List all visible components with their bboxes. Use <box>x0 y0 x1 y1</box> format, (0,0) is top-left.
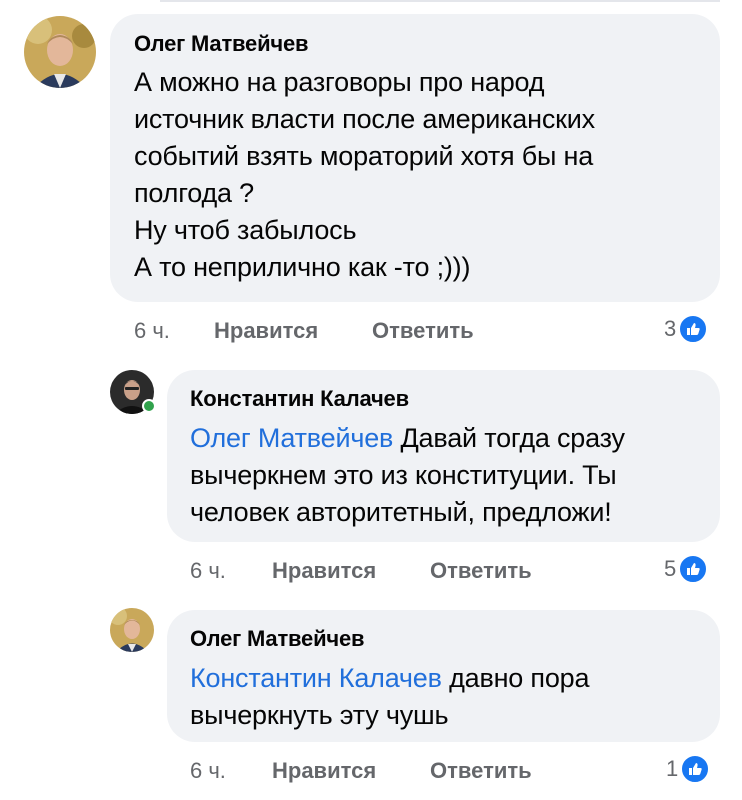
comment-author[interactable]: Константин Калачев <box>190 386 409 412</box>
like-icon <box>680 754 711 784</box>
reply-button[interactable]: Ответить <box>372 318 474 344</box>
comment-text: Олег Матвейчев Давай тогда сразу вычеркн… <box>190 420 715 531</box>
reaction-count[interactable]: 5 <box>664 554 709 584</box>
like-button[interactable]: Нравится <box>214 318 318 344</box>
comment-time[interactable]: 6 ч. <box>134 318 170 344</box>
reply-button[interactable]: Ответить <box>430 758 532 784</box>
like-button[interactable]: Нравится <box>272 558 376 584</box>
comment-author[interactable]: Олег Матвейчев <box>134 31 309 57</box>
comment-author[interactable]: Олег Матвейчев <box>190 626 365 652</box>
reaction-count[interactable]: 1 <box>666 754 711 784</box>
comment-time[interactable]: 6 ч. <box>190 558 226 584</box>
avatar[interactable] <box>24 16 96 88</box>
reaction-count-number: 5 <box>664 556 677 581</box>
mention-link[interactable]: Олег Матвейчев <box>190 423 393 453</box>
online-status-indicator <box>142 399 156 413</box>
like-icon <box>678 314 709 344</box>
reaction-count[interactable]: 3 <box>664 314 709 344</box>
reaction-count-number: 3 <box>664 316 677 341</box>
mention-link[interactable]: Константин Калачев <box>190 663 442 693</box>
reaction-count-number: 1 <box>666 756 679 781</box>
like-icon <box>678 554 709 584</box>
avatar[interactable] <box>110 608 154 652</box>
comment-text: А можно на разговоры про народ источник … <box>134 67 595 282</box>
reply-button[interactable]: Ответить <box>430 558 532 584</box>
comment-text: Константин Калачев давно пора вычеркнуть… <box>190 660 715 734</box>
comment-time[interactable]: 6 ч. <box>190 758 226 784</box>
like-button[interactable]: Нравится <box>272 758 376 784</box>
divider <box>160 0 720 2</box>
